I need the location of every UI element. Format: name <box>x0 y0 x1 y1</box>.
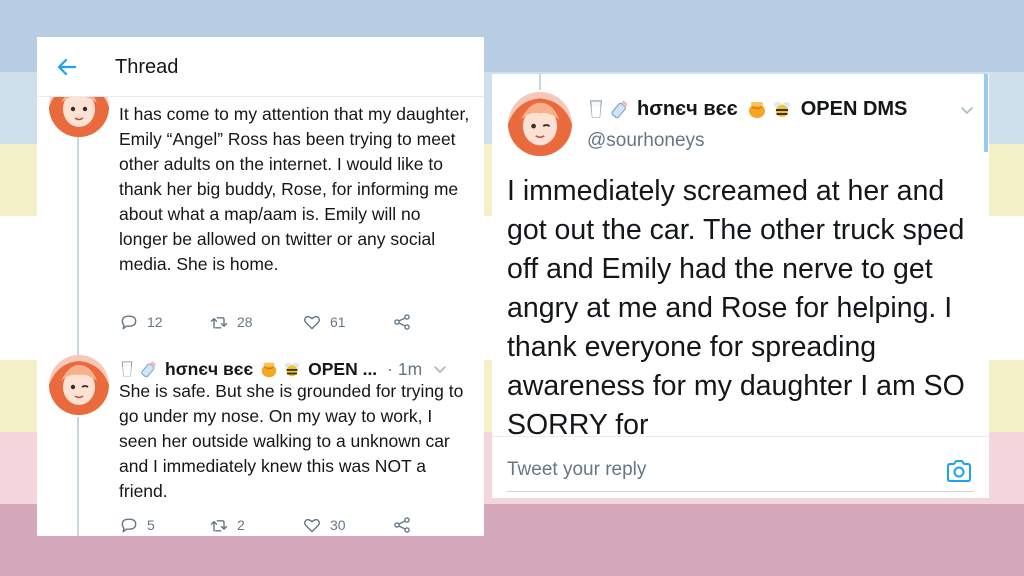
retweet-icon <box>210 317 228 329</box>
thread-connector-line <box>77 137 79 355</box>
chevron-down-icon[interactable] <box>959 102 975 118</box>
like-action[interactable]: 30 <box>302 515 346 535</box>
bee-icon <box>284 362 300 377</box>
thread-connector-line <box>77 417 79 536</box>
retweet-action[interactable]: 28 <box>209 312 253 332</box>
tweet-actions: 5 2 30 <box>119 514 459 536</box>
tweet-author-row: hσnєч вєє OPEN DMS <box>587 96 907 122</box>
thread-connector-line <box>539 74 541 90</box>
avatar[interactable] <box>49 355 109 415</box>
page-title: Thread <box>115 56 179 78</box>
user-handle[interactable]: @sourhoneys <box>587 130 705 152</box>
tweet-timestamp: · 1m <box>387 358 423 379</box>
reply-icon <box>121 315 137 330</box>
display-name-suffix: OPEN ... <box>308 358 378 379</box>
share-action[interactable] <box>392 312 412 332</box>
retweet-count: 28 <box>237 314 253 330</box>
share-icon <box>394 517 410 533</box>
like-count: 30 <box>330 517 346 533</box>
baby-bottle-icon <box>141 361 156 378</box>
tweet-text: I immediately screamed at her and got ou… <box>507 175 965 441</box>
tweet-detail-screenshot: hσnєч вєє OPEN DMS @sourhoneys I immedia… <box>492 74 989 498</box>
tweet-text: She is safe. But she is grounded for try… <box>119 381 464 501</box>
tweet-actions: 12 28 61 <box>119 311 459 333</box>
share-action[interactable] <box>392 515 412 535</box>
chevron-down-icon[interactable] <box>432 361 448 377</box>
milk-glass-icon <box>589 100 603 118</box>
reply-action[interactable]: 5 <box>119 515 155 535</box>
retweet-count: 2 <box>237 517 245 533</box>
retweet-icon <box>210 520 228 532</box>
reply-count: 5 <box>147 517 155 533</box>
avatar[interactable] <box>508 92 572 156</box>
camera-icon[interactable] <box>945 457 973 485</box>
heart-icon <box>304 518 320 533</box>
reply-underline <box>507 491 974 492</box>
milk-glass-icon <box>121 361 133 377</box>
reply-icon <box>121 518 137 533</box>
retweet-action[interactable]: 2 <box>209 515 245 535</box>
honey-pot-icon <box>748 102 765 118</box>
reply-input[interactable]: Tweet your reply <box>507 459 646 481</box>
thread-header: Thread <box>37 37 484 97</box>
display-name-suffix: OPEN DMS <box>800 97 908 120</box>
arrow-left-icon[interactable] <box>55 55 79 79</box>
like-action[interactable]: 61 <box>302 312 346 332</box>
share-icon <box>394 314 410 330</box>
reply-action[interactable]: 12 <box>119 312 163 332</box>
thread-screenshot: Thread It has come to my attention that … <box>37 37 484 536</box>
tweet-text: It has come to my attention that my daug… <box>119 104 470 274</box>
baby-bottle-icon <box>611 100 628 119</box>
display-name[interactable]: hσnєч вєє <box>637 98 738 121</box>
reply-composer: Tweet your reply <box>492 436 989 498</box>
heart-icon <box>304 315 320 330</box>
like-count: 61 <box>330 314 346 330</box>
honey-pot-icon <box>261 362 277 378</box>
bee-icon <box>773 102 790 117</box>
scroll-indicator <box>984 74 988 152</box>
tweet-author-row: hσnєч вєє OPEN ... · 1m <box>119 357 448 381</box>
display-name[interactable]: hσnєч вєє <box>165 359 253 380</box>
reply-count: 12 <box>147 314 163 330</box>
